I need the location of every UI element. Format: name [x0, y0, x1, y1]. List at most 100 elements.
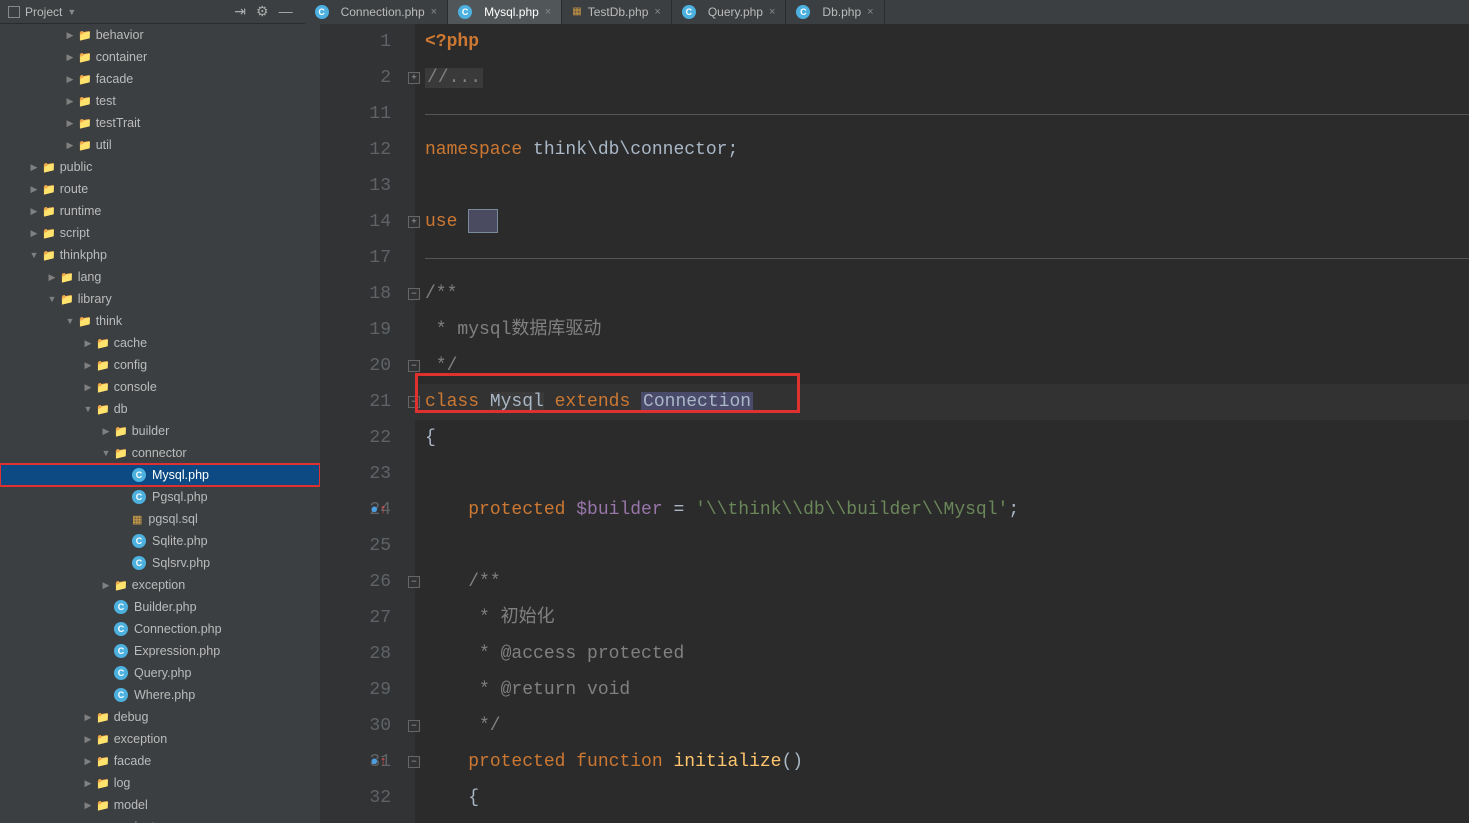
collapse-icon[interactable]: ⇥ [234, 3, 246, 20]
project-tool-label[interactable]: Project ▼ [0, 5, 84, 19]
use-collapsed-box[interactable] [468, 209, 498, 233]
fold-expand-icon[interactable]: + [408, 72, 420, 84]
tree-file[interactable]: CPgsql.php [0, 486, 320, 508]
tree-arrow-icon[interactable]: ▶ [26, 228, 42, 239]
tree-file[interactable]: CMysql.php [0, 464, 320, 486]
tree-folder[interactable]: ▶📁config [0, 354, 320, 376]
tree-file[interactable]: CWhere.php [0, 684, 320, 706]
tree-arrow-icon[interactable]: ▶ [80, 756, 96, 767]
tree-folder[interactable]: ▶📁builder [0, 420, 320, 442]
tree-folder[interactable]: ▼📁think [0, 310, 320, 332]
tree-arrow-icon[interactable]: ▶ [98, 580, 114, 591]
tree-arrow-icon[interactable]: ▼ [80, 404, 96, 414]
editor-tab[interactable]: CConnection.php× [305, 0, 449, 24]
tree-file[interactable]: CBuilder.php [0, 596, 320, 618]
tree-arrow-icon[interactable]: ▶ [62, 30, 78, 41]
editor-tab[interactable]: CQuery.php× [672, 0, 787, 24]
tree-arrow-icon[interactable]: ▼ [62, 316, 78, 326]
tree-folder[interactable]: ▼📁library [0, 288, 320, 310]
line-number: 29 [320, 672, 391, 708]
tree-folder[interactable]: ▼📁db [0, 398, 320, 420]
tree-arrow-icon[interactable]: ▶ [80, 382, 96, 393]
tree-arrow-icon[interactable]: ▼ [26, 250, 42, 260]
fold-collapse-icon[interactable]: − [408, 288, 420, 300]
tree-item-label: pgsql.sql [148, 512, 197, 526]
tree-file[interactable]: CExpression.php [0, 640, 320, 662]
tree-arrow-icon[interactable]: ▼ [44, 294, 60, 304]
project-label-text: Project [25, 5, 62, 19]
tree-folder[interactable]: ▶📁util [0, 134, 320, 156]
tree-folder[interactable]: ▶📁model [0, 794, 320, 816]
fold-collapse-icon[interactable]: − [408, 720, 420, 732]
editor-tab[interactable]: CMysql.php× [448, 0, 562, 24]
gear-icon[interactable]: ⚙ [256, 3, 269, 20]
tree-folder[interactable]: ▶📁test [0, 90, 320, 112]
tree-folder[interactable]: ▶📁console [0, 376, 320, 398]
tree-file[interactable]: CSqlsrv.php [0, 552, 320, 574]
tree-arrow-icon[interactable]: ▶ [80, 778, 96, 789]
tree-arrow-icon[interactable]: ▶ [62, 52, 78, 63]
tree-folder[interactable]: ▶📁cache [0, 332, 320, 354]
editor-tab[interactable]: ▦TestDb.php× [562, 0, 672, 24]
tree-folder[interactable]: ▶📁public [0, 156, 320, 178]
tree-folder[interactable]: ▶📁log [0, 772, 320, 794]
tree-arrow-icon[interactable]: ▶ [80, 338, 96, 349]
project-tree[interactable]: ▶📁behavior▶📁container▶📁facade▶📁test▶📁tes… [0, 24, 320, 823]
tree-arrow-icon[interactable]: ▶ [26, 162, 42, 173]
tree-folder[interactable]: ▼📁thinkphp [0, 244, 320, 266]
tree-file[interactable]: ▦pgsql.sql [0, 508, 320, 530]
minimize-icon[interactable]: — [279, 3, 293, 20]
tree-arrow-icon[interactable]: ▶ [62, 96, 78, 107]
editor-tab[interactable]: CDb.php× [786, 0, 884, 24]
tree-arrow-icon[interactable]: ▶ [62, 118, 78, 129]
close-icon[interactable]: × [654, 6, 660, 18]
code-editor[interactable]: 12111213141718192021222324●↑252627282930… [320, 24, 1469, 823]
close-icon[interactable]: × [867, 6, 873, 18]
tree-folder[interactable]: ▶📁exception [0, 574, 320, 596]
tree-arrow-icon[interactable]: ▶ [80, 734, 96, 745]
tree-folder[interactable]: ▶📁facade [0, 750, 320, 772]
fold-expand-icon[interactable]: + [408, 216, 420, 228]
tree-folder[interactable]: ▶📁debug [0, 706, 320, 728]
tree-folder[interactable]: ▶📁script [0, 222, 320, 244]
close-icon[interactable]: × [431, 6, 437, 18]
folder-icon: 📁 [78, 315, 92, 328]
tree-arrow-icon[interactable]: ▶ [80, 360, 96, 371]
override-indicator-icon[interactable]: ●↑ [370, 492, 387, 528]
tree-folder[interactable]: ▶📁facade [0, 68, 320, 90]
line-number: 28 [320, 636, 391, 672]
tree-arrow-icon[interactable]: ▶ [26, 184, 42, 195]
php-file-icon: C [458, 5, 472, 19]
tree-folder[interactable]: ▶📁lang [0, 266, 320, 288]
tree-arrow-icon[interactable]: ▶ [44, 272, 60, 283]
override-indicator-icon[interactable]: ●↑ [370, 744, 387, 780]
fold-collapse-icon[interactable]: − [408, 756, 420, 768]
tree-arrow-icon[interactable]: ▶ [62, 140, 78, 151]
folder-icon: 📁 [114, 425, 128, 438]
fold-collapse-icon[interactable]: − [408, 360, 420, 372]
tree-folder[interactable]: ▶📁runtime [0, 200, 320, 222]
tree-folder[interactable]: ▶📁route [0, 178, 320, 200]
tree-folder[interactable]: ▶📁container [0, 46, 320, 68]
tree-file[interactable]: CSqlite.php [0, 530, 320, 552]
close-icon[interactable]: × [769, 6, 775, 18]
tree-folder[interactable]: ▶📁exception [0, 728, 320, 750]
tree-arrow-icon[interactable]: ▶ [98, 426, 114, 437]
tree-arrow-icon[interactable]: ▶ [80, 800, 96, 811]
tree-file[interactable]: CQuery.php [0, 662, 320, 684]
tree-folder[interactable]: ▼📁connector [0, 442, 320, 464]
tree-item-label: exception [132, 578, 186, 592]
code-content[interactable]: <?php +//... namespace think\db\connecto… [415, 24, 1469, 823]
fold-collapse-icon[interactable]: − [408, 576, 420, 588]
tree-folder[interactable]: ▶📁paginator [0, 816, 320, 823]
tree-arrow-icon[interactable]: ▶ [62, 74, 78, 85]
close-icon[interactable]: × [545, 6, 551, 18]
tree-folder[interactable]: ▶📁testTrait [0, 112, 320, 134]
fold-collapse-icon[interactable]: − [408, 396, 420, 408]
tree-file[interactable]: CConnection.php [0, 618, 320, 640]
tree-folder[interactable]: ▶📁behavior [0, 24, 320, 46]
tree-arrow-icon[interactable]: ▶ [80, 712, 96, 723]
line-number: 18 [320, 276, 391, 312]
tree-arrow-icon[interactable]: ▼ [98, 448, 114, 458]
tree-arrow-icon[interactable]: ▶ [26, 206, 42, 217]
